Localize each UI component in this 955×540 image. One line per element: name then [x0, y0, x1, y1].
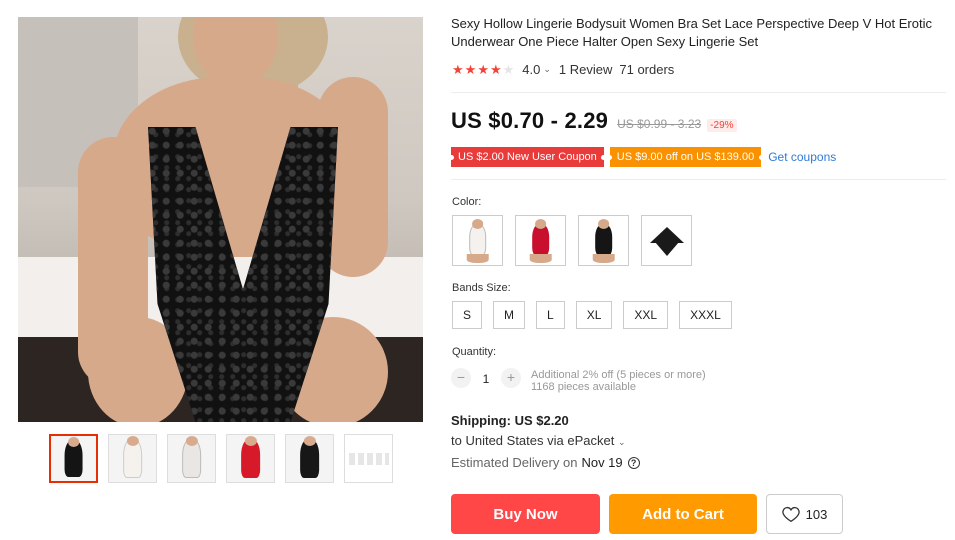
divider — [451, 92, 946, 93]
rating-stars: ★ ★ ★ ★ ★ — [452, 61, 515, 77]
get-coupons-link[interactable]: Get coupons — [768, 150, 836, 164]
price-row: US $0.70 - 2.29 US $0.99 - 3.23 -29% — [451, 108, 737, 134]
size-options: S M L XL XXL XXXL — [452, 301, 732, 329]
quantity-decrease-button[interactable]: − — [451, 368, 471, 388]
new-user-coupon[interactable]: US $2.00 New User Coupon — [448, 147, 607, 167]
estimated-delivery: Estimated Delivery on Nov 19 ? — [451, 455, 640, 470]
star-icon: ★ — [489, 61, 502, 77]
delivery-date: Nov 19 — [581, 455, 623, 470]
thumbnail-4[interactable] — [226, 434, 275, 483]
star-icon: ★ — [452, 61, 464, 77]
bulk-discount-note: Additional 2% off (5 pieces or more) — [531, 369, 706, 381]
current-price: US $0.70 - 2.29 — [451, 108, 609, 133]
quantity-label: Quantity: — [452, 346, 497, 358]
star-empty-icon: ★ — [502, 61, 515, 77]
thumbnail-strip — [49, 434, 393, 484]
thumbnail-2[interactable] — [108, 434, 157, 483]
color-option-black-set[interactable] — [641, 215, 692, 266]
size-option-xl[interactable]: XL — [575, 301, 613, 329]
quantity-stepper: − 1 + Additional 2% off (5 pieces or mor… — [451, 368, 706, 393]
main-product-image[interactable] — [18, 17, 423, 422]
coupon-row: US $2.00 New User Coupon US $9.00 off on… — [448, 147, 836, 167]
thumbnail-1[interactable] — [49, 434, 98, 483]
shipping-price: Shipping: US $2.20 — [451, 413, 569, 428]
color-option-white[interactable] — [452, 215, 503, 266]
divider — [451, 179, 946, 180]
wishlist-count: 103 — [805, 506, 828, 522]
star-icon: ★ — [477, 61, 489, 77]
quantity-increase-button[interactable]: + — [501, 368, 521, 388]
delivery-label: Estimated Delivery on — [451, 455, 578, 470]
quantity-info: Additional 2% off (5 pieces or more) 116… — [531, 368, 706, 393]
add-to-cart-button[interactable]: Add to Cart — [609, 494, 757, 534]
color-label: Color: — [452, 196, 482, 208]
color-option-red[interactable] — [515, 215, 566, 266]
size-option-l[interactable]: L — [536, 301, 565, 329]
star-icon: ★ — [464, 61, 477, 77]
shipping-amount: US $2.20 — [514, 413, 569, 428]
color-option-black[interactable] — [578, 215, 629, 266]
shipping-destination[interactable]: to United States via ePacket ⌄ — [451, 433, 625, 448]
size-label: Bands Size: — [452, 282, 511, 294]
orders-count: 71 orders — [619, 62, 675, 77]
product-title: Sexy Hollow Lingerie Bodysuit Women Bra … — [451, 16, 932, 49]
original-price: US $0.99 - 3.23 — [617, 117, 702, 131]
stock-available: 1168 pieces available — [531, 381, 636, 393]
reviews-link[interactable]: 1 Review — [559, 62, 612, 77]
rating-value[interactable]: 4.0 — [522, 62, 540, 77]
discount-badge: -29% — [707, 119, 737, 132]
chevron-down-icon[interactable]: ⌄ — [543, 64, 551, 75]
question-icon[interactable]: ? — [627, 456, 640, 469]
rating-row: ★ ★ ★ ★ ★ 4.0 ⌄ 1 Review 71 orders — [452, 62, 674, 77]
shipping-destination-text[interactable]: to United States via ePacket — [451, 433, 614, 448]
wishlist-button[interactable]: 103 — [766, 494, 843, 534]
store-coupon[interactable]: US $9.00 off on US $139.00 — [607, 147, 765, 167]
size-option-xxxl[interactable]: XXXL — [679, 301, 732, 329]
buy-now-button[interactable]: Buy Now — [451, 494, 600, 534]
thumbnail-6[interactable] — [344, 434, 393, 483]
action-buttons: Buy Now Add to Cart 103 — [451, 494, 843, 534]
size-option-xxl[interactable]: XXL — [623, 301, 669, 329]
thumbnail-5[interactable] — [285, 434, 334, 483]
heart-icon — [781, 506, 800, 522]
size-option-s[interactable]: S — [452, 301, 483, 329]
chevron-down-icon[interactable]: ⌄ — [618, 437, 626, 447]
size-option-m[interactable]: M — [493, 301, 526, 329]
thumbnail-3[interactable] — [167, 434, 216, 483]
shipping-label: Shipping: — [451, 413, 511, 428]
color-options — [452, 215, 692, 266]
quantity-input[interactable]: 1 — [471, 368, 501, 390]
